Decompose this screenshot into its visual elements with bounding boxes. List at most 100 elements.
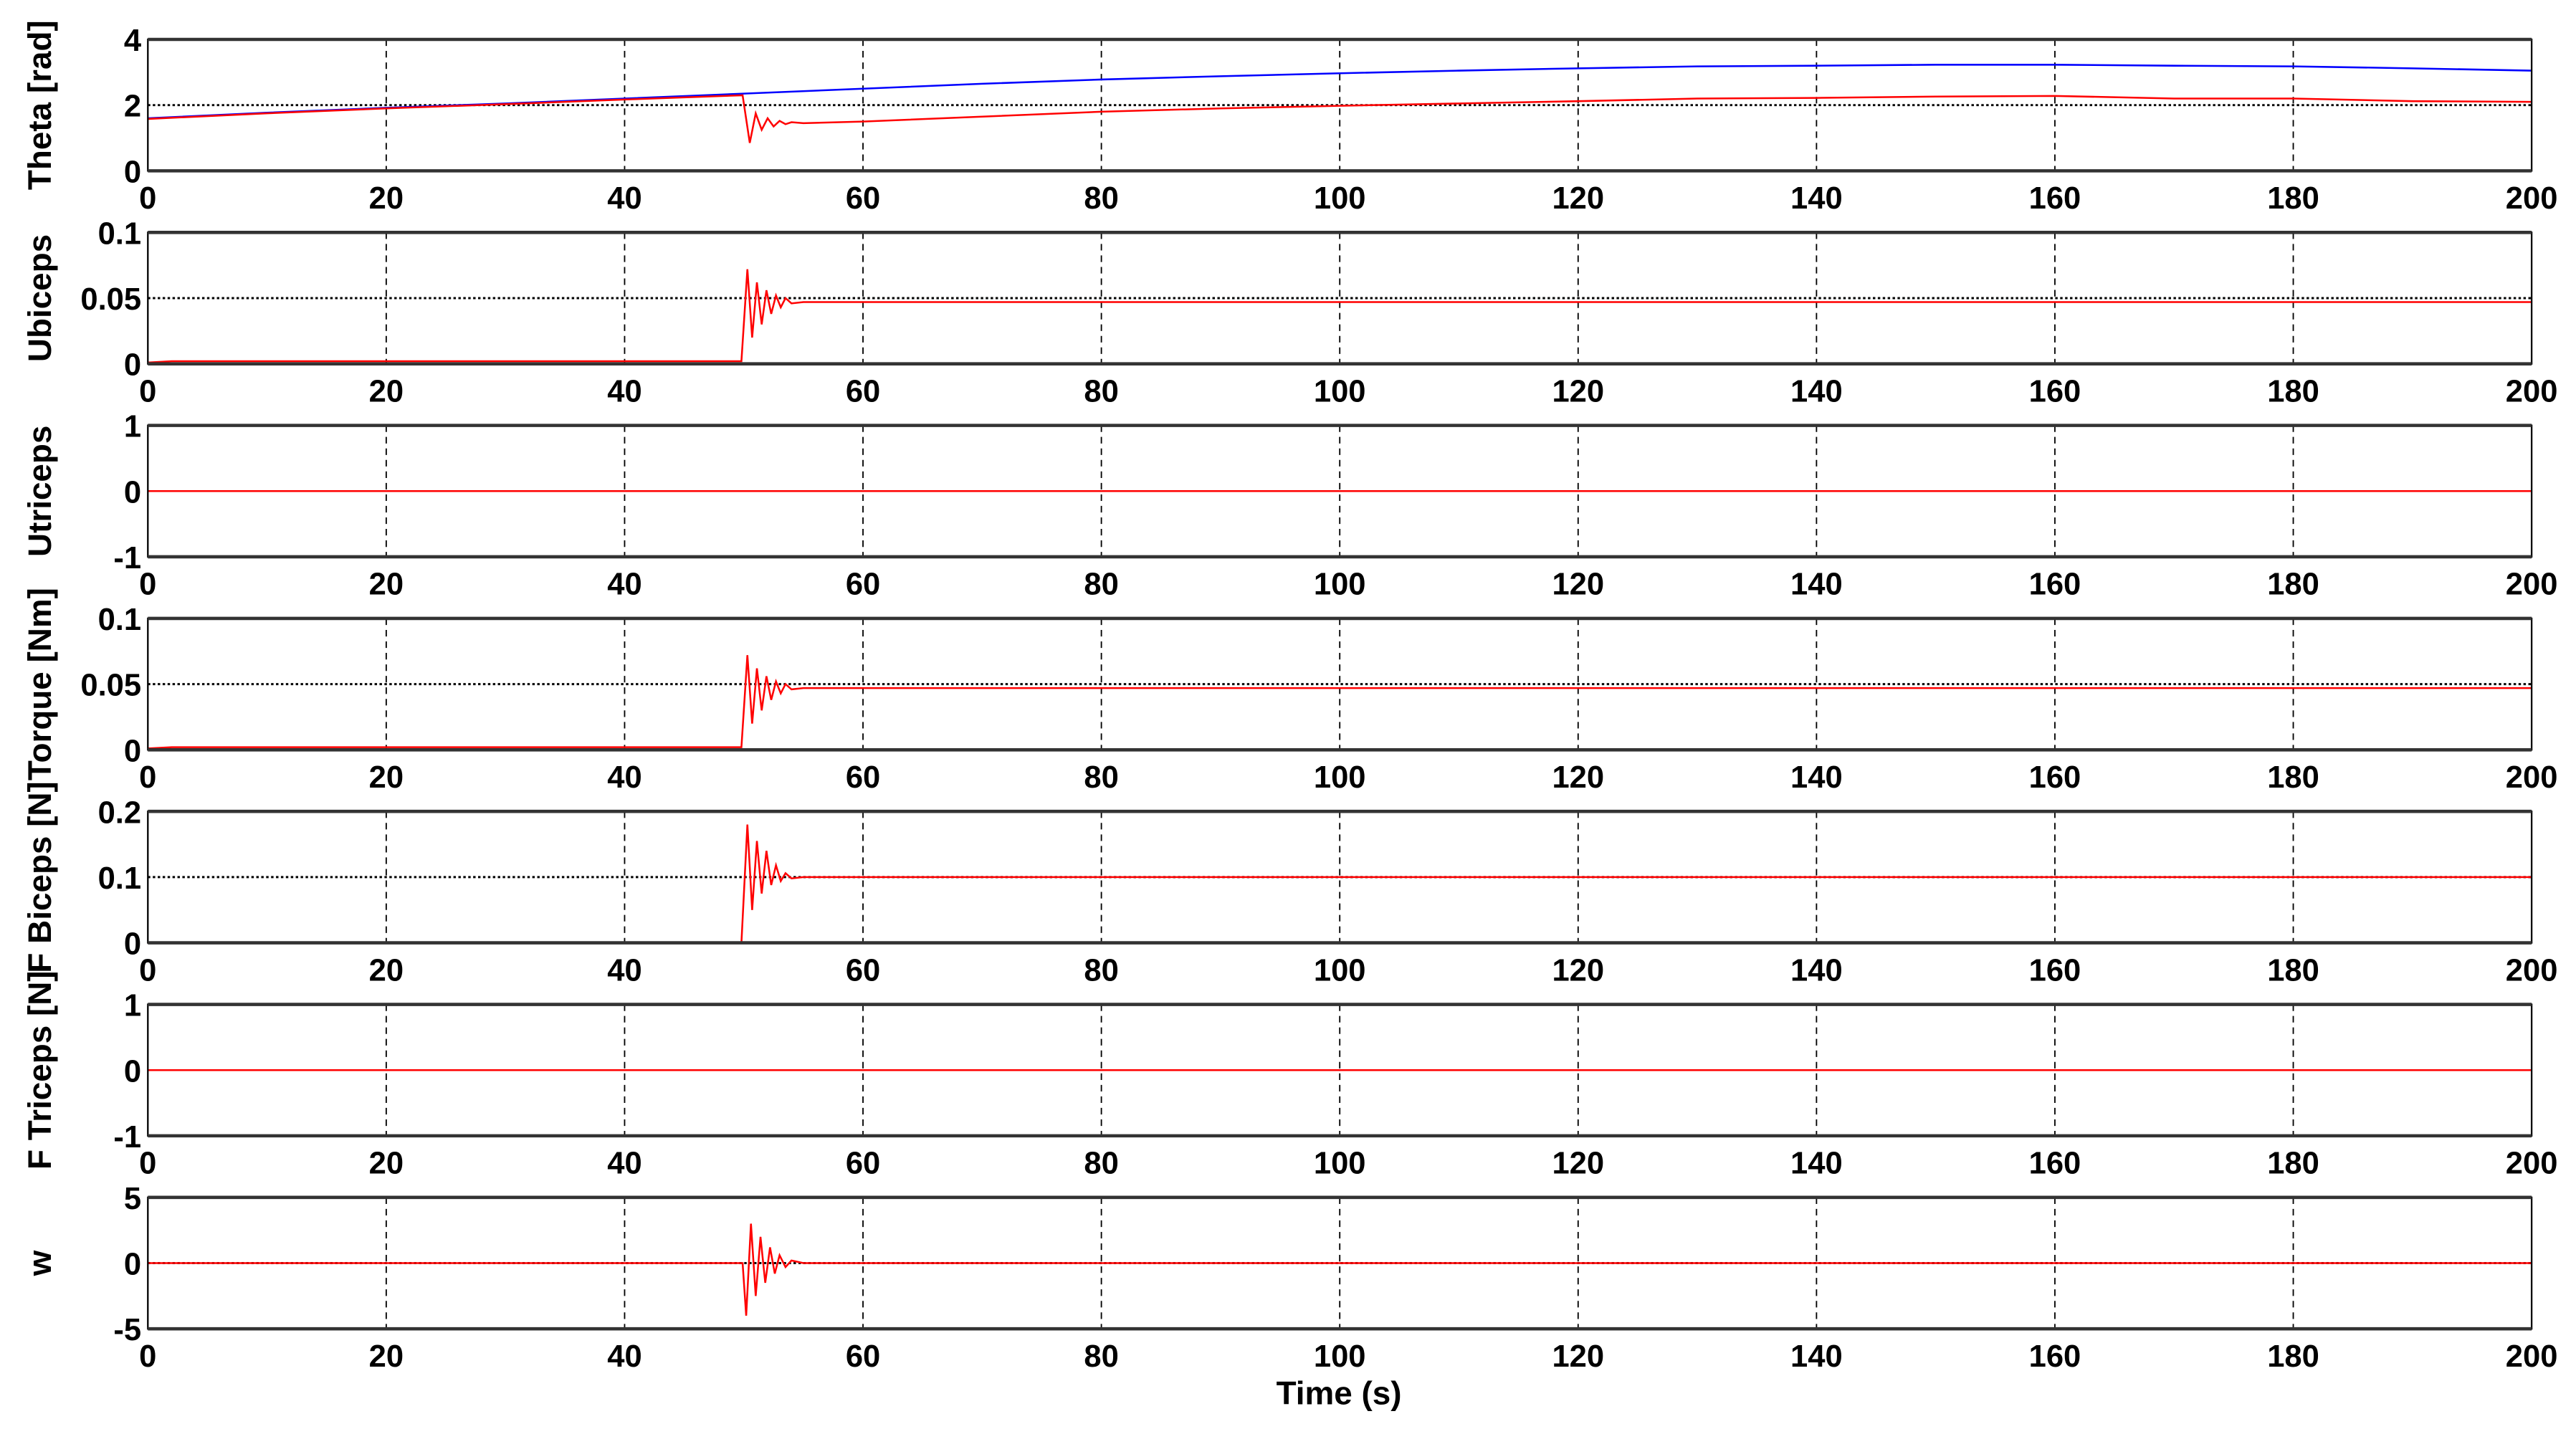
x-tick-label: 100 bbox=[1314, 760, 1366, 795]
x-tick-label: 80 bbox=[1084, 1339, 1118, 1374]
x-tick-label: 20 bbox=[369, 1147, 404, 1181]
x-tick-label: 120 bbox=[1552, 1147, 1604, 1181]
subplot-7: 0 20 40 60 80 100 120 140 160 180 200-505w bbox=[22, 1182, 2557, 1374]
x-tick-label: 120 bbox=[1552, 1339, 1604, 1374]
x-tick-label: 160 bbox=[2029, 181, 2081, 216]
y-tick-label: 0 bbox=[124, 927, 141, 962]
x-tick-label: 0 bbox=[139, 374, 156, 408]
x-tick-label: 40 bbox=[607, 953, 641, 988]
x-tick-label: 20 bbox=[369, 760, 404, 795]
x-tick-label: 0 bbox=[139, 760, 156, 795]
y-axis-label: Theta [rad] bbox=[22, 20, 58, 190]
y-axis-label: F Biceps [N] bbox=[22, 781, 58, 972]
x-tick-label: 100 bbox=[1314, 953, 1366, 988]
x-tick-label: 120 bbox=[1552, 568, 1604, 602]
x-tick-label: 0 bbox=[139, 568, 156, 602]
x-tick-label: 160 bbox=[2029, 1147, 2081, 1181]
y-axis-label: Ubiceps bbox=[22, 234, 58, 362]
y-tick-label: 1 bbox=[124, 410, 141, 444]
x-tick-label: 180 bbox=[2267, 953, 2319, 988]
x-tick-label: 180 bbox=[2267, 760, 2319, 795]
x-tick-label: 160 bbox=[2029, 953, 2081, 988]
subplot-5: 0 20 40 60 80 100 120 140 160 180 200 0 0.1 0.2 F Bice… bbox=[22, 781, 2557, 988]
y-tick-label: 0 bbox=[124, 348, 141, 383]
x-tick-label: 120 bbox=[1552, 181, 1604, 216]
y-tick-label: 0.05 bbox=[80, 282, 141, 317]
subplot-1: 0 20 40 60 80 100 120 140 160 180 200 0 2 4 Theta [rad… bbox=[22, 20, 2557, 216]
x-tick-label: 100 bbox=[1314, 568, 1366, 602]
x-tick-label: 60 bbox=[846, 181, 880, 216]
x-tick-label: 20 bbox=[369, 374, 404, 408]
x-tick-label: 20 bbox=[369, 181, 404, 216]
x-tick-label: 0 bbox=[139, 953, 156, 988]
y-tick-label: 0.1 bbox=[98, 603, 142, 637]
x-tick-label: 160 bbox=[2029, 374, 2081, 408]
x-tick-label: 180 bbox=[2267, 374, 2319, 408]
x-tick-label: 40 bbox=[607, 1339, 641, 1374]
x-tick-label: 40 bbox=[607, 181, 641, 216]
x-tick-label: 200 bbox=[2506, 181, 2558, 216]
x-tick-label: 200 bbox=[2506, 1147, 2558, 1181]
y-tick-label: 2 bbox=[124, 90, 141, 124]
y-tick-label: 0.2 bbox=[98, 795, 142, 830]
y-tick-label: 0 bbox=[124, 734, 141, 768]
x-tick-label: 140 bbox=[1790, 374, 1843, 408]
x-tick-label: 100 bbox=[1314, 1147, 1366, 1181]
x-tick-label: 140 bbox=[1790, 181, 1843, 216]
x-axis-label: Time (s) bbox=[1277, 1375, 1402, 1412]
x-tick-label: 160 bbox=[2029, 568, 2081, 602]
subplot-6: 0 20 40 60 80 100 120 140 160 180 200-101F Triceps… bbox=[22, 970, 2557, 1180]
subplot-3: 0 20 40 60 80 100 120 140 160 180 200-101Utriceps bbox=[22, 410, 2557, 602]
x-tick-label: 60 bbox=[846, 374, 880, 408]
y-tick-label: 0 bbox=[124, 1248, 141, 1282]
x-tick-label: 80 bbox=[1084, 568, 1118, 602]
y-tick-label: 5 bbox=[124, 1182, 141, 1216]
x-tick-label: 20 bbox=[369, 568, 404, 602]
y-tick-label: 4 bbox=[124, 24, 141, 58]
x-tick-label: 180 bbox=[2267, 1147, 2319, 1181]
x-tick-label: 80 bbox=[1084, 181, 1118, 216]
x-tick-label: 80 bbox=[1084, 953, 1118, 988]
x-tick-label: 140 bbox=[1790, 953, 1843, 988]
subplot-4: 0 20 40 60 80 100 120 140 160 180 200 0 0.05 0.1 Torqu… bbox=[22, 588, 2557, 795]
x-tick-label: 180 bbox=[2267, 1339, 2319, 1374]
x-tick-label: 20 bbox=[369, 1339, 404, 1374]
x-tick-label: 140 bbox=[1790, 1147, 1843, 1181]
y-axis-label: Torque [Nm] bbox=[22, 588, 58, 780]
x-tick-label: 0 bbox=[139, 1339, 156, 1374]
x-tick-label: 120 bbox=[1552, 953, 1604, 988]
x-tick-label: 40 bbox=[607, 568, 641, 602]
y-axis-label: w bbox=[22, 1250, 58, 1276]
x-tick-label: 100 bbox=[1314, 1339, 1366, 1374]
x-tick-label: 140 bbox=[1790, 1339, 1843, 1374]
x-tick-label: 0 bbox=[139, 1147, 156, 1181]
y-tick-label: 0.05 bbox=[80, 669, 141, 703]
x-tick-label: 60 bbox=[846, 1147, 880, 1181]
x-tick-label: 40 bbox=[607, 374, 641, 408]
x-tick-label: 80 bbox=[1084, 760, 1118, 795]
x-tick-label: 0 bbox=[139, 181, 156, 216]
x-tick-label: 120 bbox=[1552, 760, 1604, 795]
x-tick-label: 200 bbox=[2506, 953, 2558, 988]
subplot-2: 0 20 40 60 80 100 120 140 160 180 200 0 0.05 0.1 Ubice… bbox=[22, 216, 2557, 408]
y-tick-label: 0.1 bbox=[98, 216, 142, 251]
y-axis-label: Utriceps bbox=[22, 426, 58, 557]
x-tick-label: 200 bbox=[2506, 1339, 2558, 1374]
y-tick-label: -1 bbox=[113, 1120, 141, 1155]
y-tick-label: 0.1 bbox=[98, 861, 142, 896]
x-tick-label: 100 bbox=[1314, 374, 1366, 408]
x-tick-label: 60 bbox=[846, 953, 880, 988]
y-axis-label: F Triceps [N] bbox=[22, 970, 58, 1170]
x-tick-label: 40 bbox=[607, 1147, 641, 1181]
x-tick-label: 200 bbox=[2506, 760, 2558, 795]
x-tick-label: 160 bbox=[2029, 760, 2081, 795]
x-tick-label: 200 bbox=[2506, 568, 2558, 602]
y-tick-label: 0 bbox=[124, 155, 141, 189]
x-tick-label: 120 bbox=[1552, 374, 1604, 408]
y-tick-label: 0 bbox=[124, 1054, 141, 1089]
x-tick-label: 60 bbox=[846, 760, 880, 795]
x-tick-label: 200 bbox=[2506, 374, 2558, 408]
y-tick-label: -5 bbox=[113, 1313, 141, 1347]
figure: 0 20 40 60 80 100 120 140 160 180 200024Theta [rad… bbox=[22, 20, 2557, 1412]
x-tick-label: 100 bbox=[1314, 181, 1366, 216]
